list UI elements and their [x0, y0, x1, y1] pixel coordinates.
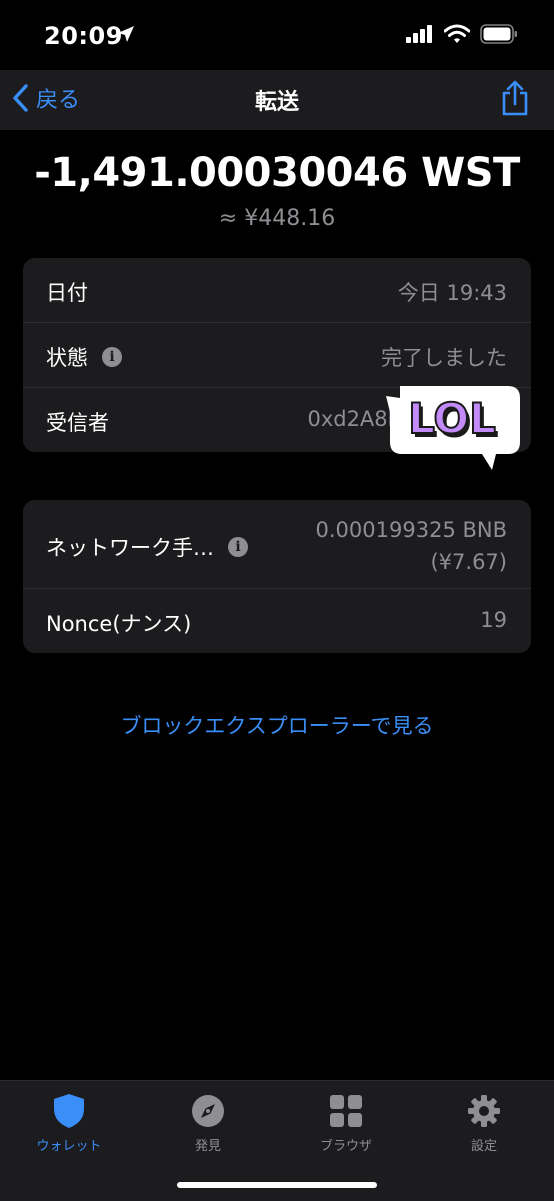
network-fee-value: 0.000199325 BNB (¥7.67)	[316, 514, 507, 578]
gear-icon	[468, 1095, 500, 1127]
tab-settings[interactable]: 設定	[434, 1091, 534, 1154]
network-fee-fiat: (¥7.67)	[430, 550, 507, 574]
tab-settings-label: 設定	[470, 1139, 497, 1154]
compass-icon	[192, 1095, 224, 1127]
status-value: 完了しました	[381, 346, 507, 370]
tab-discover-label: 発見	[194, 1139, 221, 1154]
network-fee-amount: 0.000199325 BNB	[315, 518, 507, 542]
share-icon[interactable]	[500, 80, 530, 116]
block-explorer-link[interactable]: ブロックエクスプローラーで見る	[0, 710, 554, 740]
wifi-icon	[444, 24, 470, 43]
nonce-label: Nonce(ナンス)	[46, 612, 192, 636]
date-label: 日付	[46, 281, 88, 305]
battery-icon	[480, 24, 517, 44]
sticker-text: LOL	[408, 394, 496, 443]
recipient-label: 受信者	[46, 411, 109, 435]
status-label: 状態	[46, 346, 88, 370]
location-arrow-icon	[118, 26, 134, 42]
status-bar: 20:09	[0, 0, 554, 70]
cellular-signal-icon	[406, 25, 432, 43]
shield-icon	[54, 1094, 84, 1128]
fee-row-nonce: Nonce(ナンス) 19	[23, 589, 531, 653]
page-title: 転送	[254, 90, 299, 115]
info-icon[interactable]: i	[102, 347, 122, 367]
tab-browser[interactable]: ブラウザ	[296, 1091, 396, 1154]
transfer-amount: -1,491.00030046 WST	[34, 150, 520, 196]
date-value: 今日 19:43	[397, 281, 507, 305]
tab-wallet-label: ウォレット	[36, 1139, 102, 1154]
network-fee-label: ネットワーク手…	[46, 536, 214, 560]
home-indicator	[177, 1182, 377, 1188]
nonce-value: 19	[480, 608, 507, 632]
grid-icon	[330, 1095, 362, 1127]
tab-wallet[interactable]: ウォレット	[19, 1091, 119, 1154]
fee-row-network: ネットワーク手… i 0.000199325 BNB (¥7.67)	[23, 500, 531, 589]
info-icon[interactable]: i	[228, 537, 248, 557]
nav-bar: 戻る 転送	[0, 70, 554, 130]
status-time: 20:09	[44, 22, 123, 50]
tab-browser-label: ブラウザ	[319, 1139, 372, 1154]
fees-card: ネットワーク手… i 0.000199325 BNB (¥7.67) Nonce…	[23, 500, 531, 653]
lol-sticker: LOL LOL	[386, 386, 520, 470]
tab-discover[interactable]: 発見	[158, 1091, 258, 1154]
system-icons	[406, 24, 518, 44]
fiat-value: ≈ ¥448.16	[218, 206, 336, 231]
detail-row-date: 日付 今日 19:43	[23, 258, 531, 323]
